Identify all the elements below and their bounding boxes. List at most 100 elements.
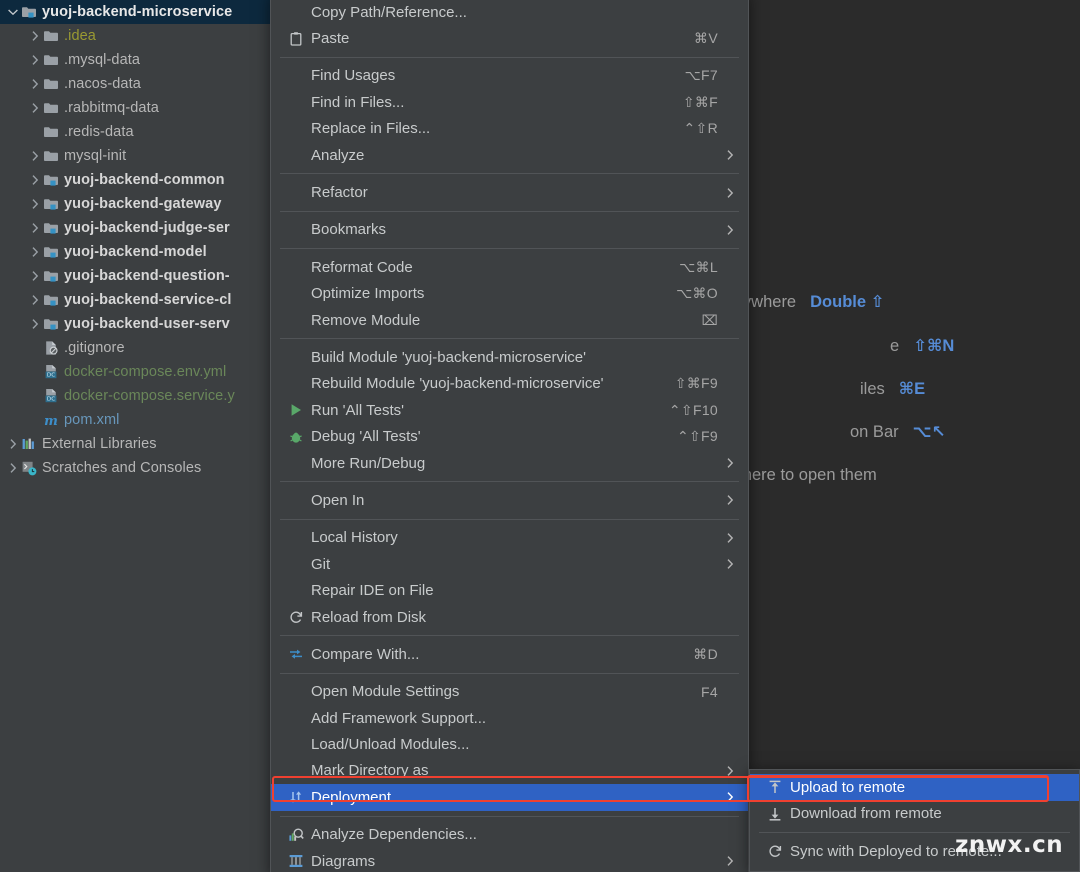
menu-item-more-run-debug[interactable]: More Run/Debug: [271, 450, 748, 476]
menu-item-add-framework-support[interactable]: Add Framework Support...: [271, 705, 748, 731]
chevron-right-icon[interactable]: [28, 72, 42, 96]
menu-icon-placeholder: [283, 217, 309, 243]
menu-item-remove-module[interactable]: Remove Module⌧: [271, 307, 748, 333]
menu-item-refactor[interactable]: Refactor: [271, 179, 748, 205]
menu-item-analyze[interactable]: Analyze: [271, 142, 748, 168]
menu-icon-placeholder: [283, 344, 309, 370]
menu-icon-placeholder: [283, 732, 309, 758]
menu-item-repair-ide-on-file[interactable]: Repair IDE on File: [271, 577, 748, 603]
menu-item-find-in-files[interactable]: Find in Files...⇧⌘F: [271, 89, 748, 115]
chevron-right-icon[interactable]: [28, 240, 42, 264]
tree-row[interactable]: DCdocker-compose.env.yml: [0, 360, 290, 384]
tree-row[interactable]: .rabbitmq-data: [0, 96, 290, 120]
menu-item-shortcut: ⌧: [684, 312, 718, 329]
reload-icon: [283, 604, 309, 630]
menu-item-label: Find in Files...: [309, 94, 665, 111]
menu-item-rebuild-module-yuoj-backend-microservice[interactable]: Rebuild Module 'yuoj-backend-microservic…: [271, 371, 748, 397]
menu-item-paste[interactable]: Paste⌘V: [271, 25, 748, 51]
hint-search-everywhere: verywhereDouble ⇧: [720, 292, 1080, 312]
tree-item-label: docker-compose.service.y: [64, 388, 235, 404]
hint-text: iles: [860, 380, 885, 398]
menu-item-upload-to-remote[interactable]: Upload to remote: [750, 774, 1079, 801]
chevron-right-icon[interactable]: [6, 432, 20, 456]
menu-item-run-all-tests[interactable]: Run 'All Tests'⌃⇧F10: [271, 397, 748, 423]
tree-row[interactable]: External Libraries: [0, 432, 290, 456]
tree-row[interactable]: yuoj-backend-model: [0, 240, 290, 264]
menu-item-mark-directory-as[interactable]: Mark Directory as: [271, 758, 748, 784]
menu-item-local-history[interactable]: Local History: [271, 525, 748, 551]
tree-row[interactable]: .idea: [0, 24, 290, 48]
tree-row[interactable]: yuoj-backend-user-serv: [0, 312, 290, 336]
menu-item-git[interactable]: Git: [271, 551, 748, 577]
chevron-right-icon[interactable]: [28, 264, 42, 288]
chevron-right-icon[interactable]: [28, 144, 42, 168]
tree-row[interactable]: Scratches and Consoles: [0, 456, 290, 480]
chevron-right-icon[interactable]: [28, 216, 42, 240]
menu-item-shortcut: ⇧⌘F9: [657, 375, 718, 392]
chevron-right-icon[interactable]: [28, 48, 42, 72]
menu-item-label: Compare With...: [309, 646, 675, 663]
menu-item-compare-with[interactable]: Compare With...⌘D: [271, 641, 748, 667]
tree-row[interactable]: .gitignore: [0, 336, 290, 360]
chevron-right-icon[interactable]: [28, 192, 42, 216]
menu-icon-placeholder: [283, 705, 309, 731]
tree-row[interactable]: yuoj-backend-gateway: [0, 192, 290, 216]
menu-item-deployment[interactable]: Deployment: [271, 784, 748, 810]
svg-text:DC: DC: [47, 397, 55, 403]
tree-item-label: yuoj-backend-user-serv: [64, 316, 230, 332]
tree-row[interactable]: yuoj-backend-common: [0, 168, 290, 192]
tree-row[interactable]: mpom.xml: [0, 408, 290, 432]
tree-row[interactable]: .nacos-data: [0, 72, 290, 96]
menu-item-reload-from-disk[interactable]: Reload from Disk: [271, 604, 748, 630]
menu-item-analyze-dependencies[interactable]: Analyze Dependencies...: [271, 822, 748, 848]
menu-item-replace-in-files[interactable]: Replace in Files...⌃⇧R: [271, 116, 748, 142]
chevron-right-icon[interactable]: [28, 168, 42, 192]
tree-row[interactable]: mysql-init: [0, 144, 290, 168]
menu-item-find-usages[interactable]: Find Usages⌥F7: [271, 63, 748, 89]
tree-row[interactable]: .redis-data: [0, 120, 290, 144]
menu-item-label: Local History: [309, 529, 718, 546]
menu-icon-placeholder: [283, 116, 309, 142]
menu-item-open-module-settings[interactable]: Open Module SettingsF4: [271, 679, 748, 705]
menu-item-open-in[interactable]: Open In: [271, 487, 748, 513]
tree-row[interactable]: yuoj-backend-microservice: [0, 0, 290, 24]
menu-item-reformat-code[interactable]: Reformat Code⌥⌘L: [271, 254, 748, 280]
menu-item-load-unload-modules[interactable]: Load/Unload Modules...: [271, 731, 748, 757]
tree-item-label: .rabbitmq-data: [64, 100, 159, 116]
menu-item-optimize-imports[interactable]: Optimize Imports⌥⌘O: [271, 281, 748, 307]
menu-item-label: Run 'All Tests': [309, 402, 651, 419]
gitignore-file-icon: [42, 336, 60, 360]
tree-row[interactable]: yuoj-backend-judge-ser: [0, 216, 290, 240]
menu-item-shortcut: F4: [683, 684, 718, 700]
chevron-down-icon[interactable]: [6, 0, 20, 24]
chevron-right-icon: [718, 457, 734, 469]
menu-item-download-from-remote[interactable]: Download from remote: [750, 801, 1079, 828]
menu-item-shortcut: ⌘D: [675, 646, 718, 663]
menu-item-debug-all-tests[interactable]: Debug 'All Tests'⌃⇧F9: [271, 423, 748, 449]
menu-item-bookmarks[interactable]: Bookmarks: [271, 217, 748, 243]
hint-text: e: [890, 337, 899, 355]
chevron-right-icon[interactable]: [28, 312, 42, 336]
module-folder-icon: [42, 168, 60, 192]
tree-arrow-spacer: [28, 360, 42, 384]
menu-item-shortcut: ⌃⇧F10: [651, 402, 718, 419]
svg-text:m: m: [44, 414, 58, 428]
chevron-right-icon[interactable]: [28, 288, 42, 312]
deployment-submenu[interactable]: Upload to remoteDownload from remote Sync…: [749, 769, 1080, 872]
menu-item-build-module-yuoj-backend-microservice[interactable]: Build Module 'yuoj-backend-microservice': [271, 344, 748, 370]
menu-item-diagrams[interactable]: Diagrams: [271, 848, 748, 872]
chevron-right-icon[interactable]: [28, 96, 42, 120]
project-tool-window[interactable]: yuoj-backend-microservice .idea .mysql-dat…: [0, 0, 290, 872]
chevron-right-icon[interactable]: [28, 24, 42, 48]
menu-icon-placeholder: [283, 63, 309, 89]
menu-item-copy-path-reference[interactable]: Copy Path/Reference...: [271, 0, 748, 25]
chevron-right-icon[interactable]: [6, 456, 20, 480]
tree-row[interactable]: DC docker-compose.service.y: [0, 384, 290, 408]
menu-separator: [280, 211, 739, 212]
menu-item-sync-with-deployed-to-remote[interactable]: Sync with Deployed to remote...: [750, 838, 1079, 865]
tree-row[interactable]: .mysql-data: [0, 48, 290, 72]
context-menu[interactable]: Copy Path/Reference...Paste⌘V Find Usages…: [270, 0, 749, 872]
tree-row[interactable]: yuoj-backend-question-: [0, 264, 290, 288]
tree-row[interactable]: yuoj-backend-service-cl: [0, 288, 290, 312]
tree-item-label: .idea: [64, 28, 96, 44]
